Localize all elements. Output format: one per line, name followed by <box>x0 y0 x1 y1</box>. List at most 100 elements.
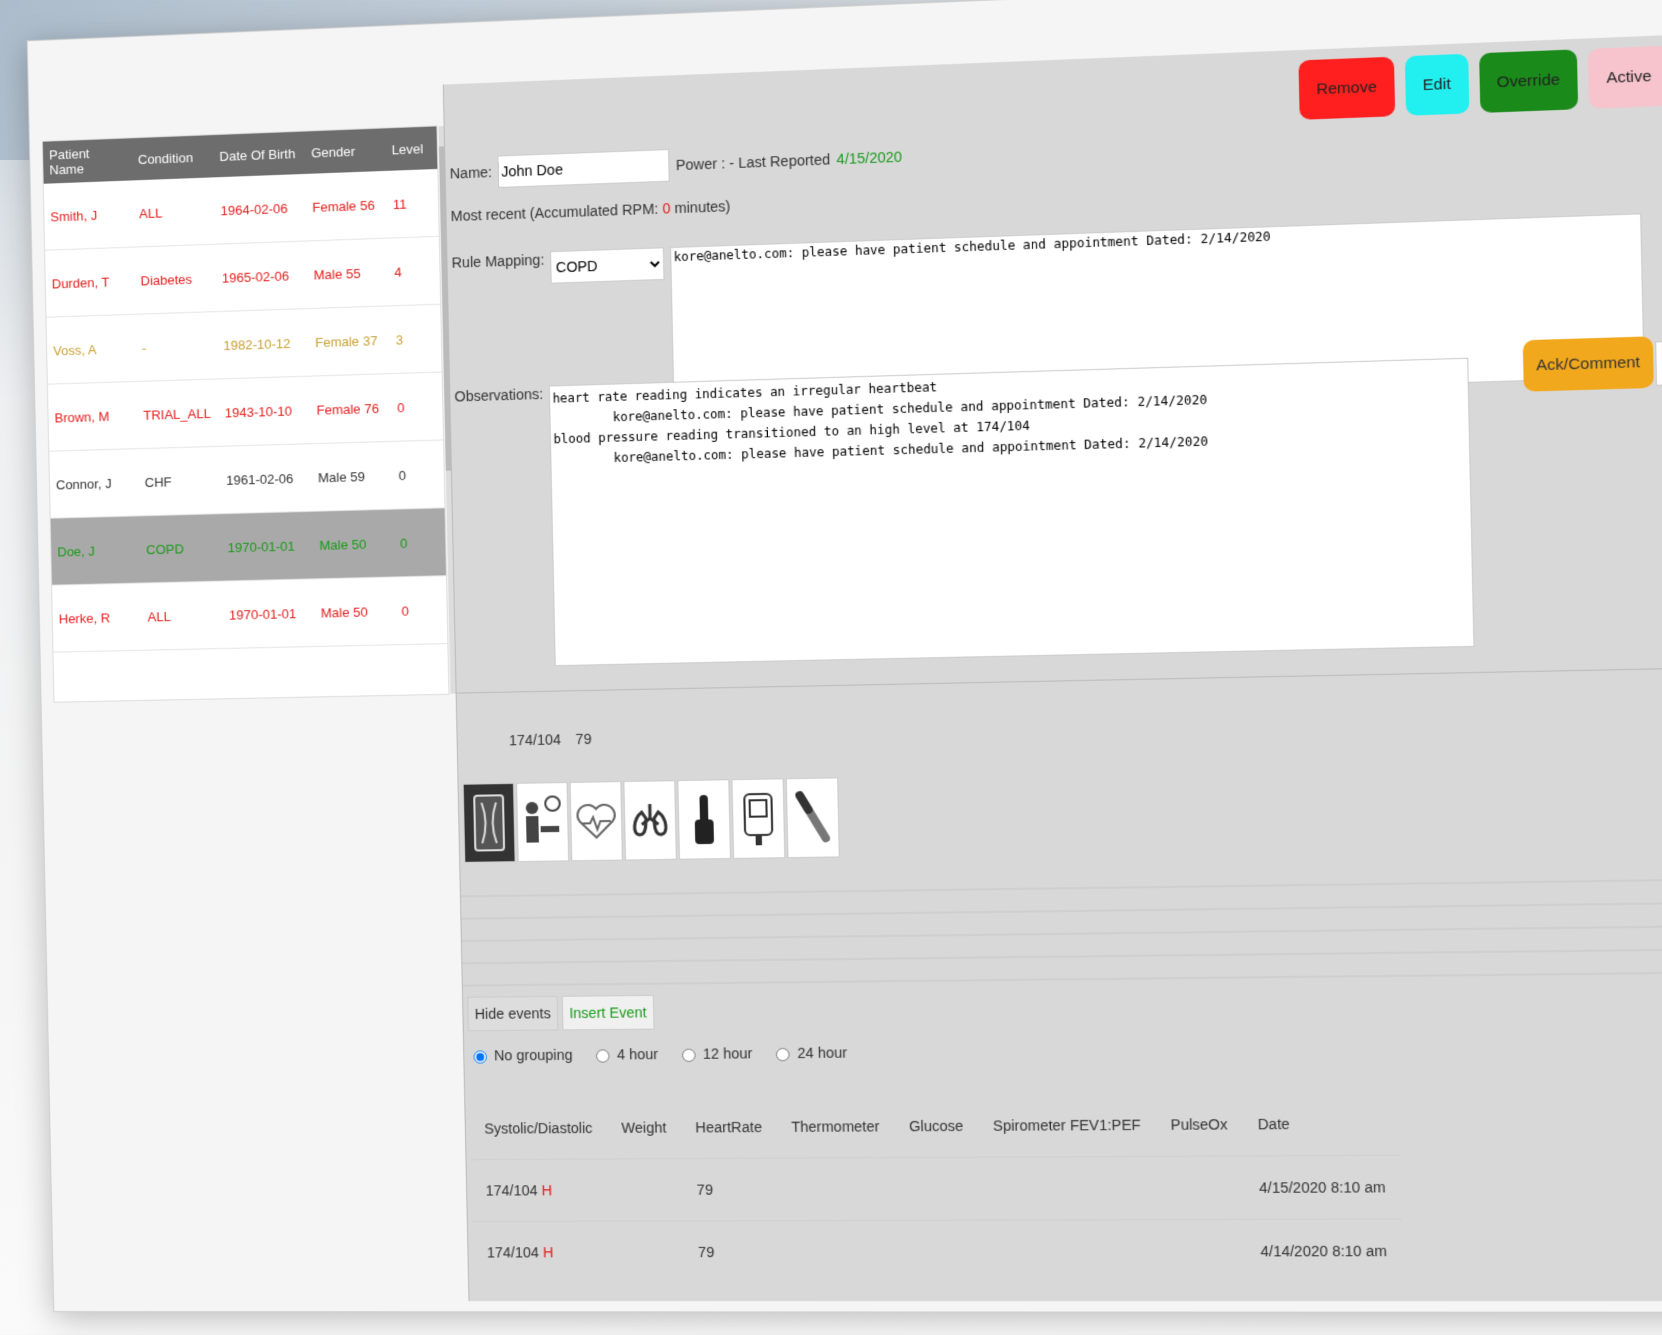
divider <box>456 667 1662 694</box>
lungs-icon[interactable] <box>623 780 677 861</box>
timeline-stripes <box>460 878 1662 987</box>
insert-event-tab[interactable]: Insert Event <box>561 994 655 1031</box>
recent-minutes: 0 <box>662 200 671 217</box>
grouping-none[interactable]: No grouping <box>468 1047 573 1064</box>
ack-dropdown-icon[interactable]: ▾ <box>1655 340 1662 386</box>
patient-gender: Male 55 <box>313 265 361 283</box>
header-level[interactable]: Level <box>385 140 437 157</box>
header-patient-name[interactable]: Patient Name <box>43 144 132 178</box>
col-weight: Weight <box>621 1119 667 1136</box>
name-input[interactable] <box>497 149 670 188</box>
observations: Observations: heart rate reading indicat… <box>454 357 1475 669</box>
high-flag: H <box>541 1182 553 1199</box>
patient-condition: ALL <box>147 608 171 625</box>
override-button[interactable]: Override <box>1478 49 1579 113</box>
patient-level: 4 <box>394 263 402 280</box>
vital-hr: 79 <box>575 730 592 748</box>
event-row[interactable]: 174/104 H 79 4/15/2020 8:10 am <box>470 1155 1402 1222</box>
rule-label: Rule Mapping: <box>451 251 545 271</box>
header-gender[interactable]: Gender <box>305 142 386 160</box>
active-button[interactable]: Active <box>1588 45 1662 109</box>
patient-dob: 1970-01-01 <box>227 537 296 555</box>
recent-prefix: Most recent (Accumulated RPM: <box>450 200 659 225</box>
event-cell <box>980 1219 1160 1283</box>
event-cell <box>777 1157 897 1221</box>
event-date: 4/15/2020 8:10 am <box>1243 1155 1402 1220</box>
col-thermometer: Thermometer <box>791 1118 880 1136</box>
event-bp: 174/104 <box>485 1182 538 1199</box>
col-spirometer: Spirometer FEV1:PEF <box>992 1116 1141 1134</box>
patient-name: Doe, J <box>57 543 96 560</box>
hide-events-tab[interactable]: Hide events <box>467 995 559 1032</box>
event-cell <box>1157 1219 1247 1283</box>
patient-dob: 1943-10-10 <box>224 402 293 420</box>
patient-row[interactable]: Doe, J COPD 1970-01-01 Male 50 0 <box>50 508 446 586</box>
most-recent-line: Most recent (Accumulated RPM: 0 minutes) <box>450 198 730 224</box>
rule-mapping-select[interactable]: COPD <box>550 247 665 284</box>
ack-comment-button[interactable]: Ack/Comment <box>1522 336 1654 392</box>
patient-gender: Male 59 <box>317 468 366 485</box>
power-label: Power : - Last Reported <box>675 151 831 174</box>
event-cell <box>896 1220 982 1283</box>
patient-condition: - <box>141 340 147 356</box>
patient-level: 0 <box>398 467 407 483</box>
patient-row[interactable]: Voss, A - 1982-10-12 Female 37 3 <box>46 304 442 385</box>
grouping-4h[interactable]: 4 hour <box>591 1046 658 1063</box>
patient-condition: TRIAL_ALL <box>143 405 211 423</box>
grouping-24h[interactable]: 24 hour <box>771 1044 848 1062</box>
event-bp: 174/104 <box>486 1244 540 1261</box>
patient-row[interactable]: Connor, J CHF 1961-02-06 Male 59 0 <box>49 440 445 519</box>
patient-level: 0 <box>396 399 405 415</box>
patient-dob: 1964-02-06 <box>220 200 288 218</box>
event-hr: 79 <box>681 1158 779 1221</box>
patient-name: Herke, R <box>58 609 111 627</box>
blood-pressure-icon[interactable] <box>516 781 570 863</box>
observations-textarea[interactable]: heart rate reading indicates an irregula… <box>549 357 1475 667</box>
header-dob[interactable]: Date Of Birth <box>213 145 305 164</box>
recent-suffix: minutes) <box>674 197 731 217</box>
latest-vitals: 174/104 79 <box>509 731 592 749</box>
edit-button[interactable]: Edit <box>1404 53 1470 116</box>
high-flag: H <box>542 1244 554 1261</box>
event-cell: 174/104 H <box>471 1221 611 1283</box>
patient-condition: Diabetes <box>140 271 193 288</box>
patient-detail: Remove Edit Override Active Name: Power … <box>442 34 1662 1302</box>
event-cell: 174/104 H <box>470 1158 609 1222</box>
event-cell <box>978 1156 1158 1221</box>
patient-row[interactable]: Brown, M TRIAL_ALL 1943-10-10 Female 76 0 <box>47 372 444 452</box>
event-row[interactable]: 174/104 H 79 4/14/2020 8:10 am <box>471 1219 1403 1283</box>
glucose-meter-icon[interactable] <box>731 778 786 859</box>
event-cell <box>608 1220 685 1283</box>
event-cell <box>778 1220 898 1283</box>
grouping-12h-radio[interactable] <box>681 1048 696 1063</box>
patient-condition: ALL <box>138 204 163 221</box>
patient-gender: Female 56 <box>312 197 375 215</box>
grouping-4h-radio[interactable] <box>596 1049 610 1063</box>
thermometer-icon[interactable] <box>785 777 840 859</box>
action-buttons: Remove Edit Override Active <box>1298 45 1662 120</box>
header-condition[interactable]: Condition <box>132 149 214 167</box>
remove-button[interactable]: Remove <box>1298 56 1395 120</box>
name-label: Name: <box>449 163 493 182</box>
grouping-24h-radio[interactable] <box>776 1047 791 1062</box>
event-cell <box>607 1158 683 1222</box>
events-header-row: Systolic/Diastolic Weight HeartRate Ther… <box>469 1092 1400 1160</box>
scale-icon[interactable] <box>462 782 516 863</box>
grouping-12h[interactable]: 12 hour <box>677 1045 753 1063</box>
grouping-4h-label: 4 hour <box>616 1045 659 1063</box>
patient-gender: Female 37 <box>314 332 378 350</box>
patient-dob: 1961-02-06 <box>226 470 294 488</box>
patient-level: 3 <box>395 331 404 348</box>
patient-row[interactable]: Durden, T Diabetes 1965-02-06 Male 55 4 <box>45 236 441 318</box>
grouping-options: No grouping 4 hour 12 hour 24 hour <box>468 1044 848 1064</box>
patient-name: Brown, M <box>54 408 110 426</box>
grouping-24h-label: 24 hour <box>797 1044 848 1062</box>
finger-pulse-icon[interactable] <box>677 779 732 860</box>
event-cell <box>894 1157 981 1221</box>
grouping-none-radio[interactable] <box>473 1050 488 1064</box>
patient-name: Connor, J <box>55 475 112 493</box>
patient-gender: Male 50 <box>320 603 368 621</box>
patient-row[interactable]: Herke, R ALL 1970-01-01 Male 50 0 <box>52 576 448 653</box>
heart-icon[interactable] <box>569 781 623 862</box>
patient-dob: 1970-01-01 <box>228 605 297 623</box>
